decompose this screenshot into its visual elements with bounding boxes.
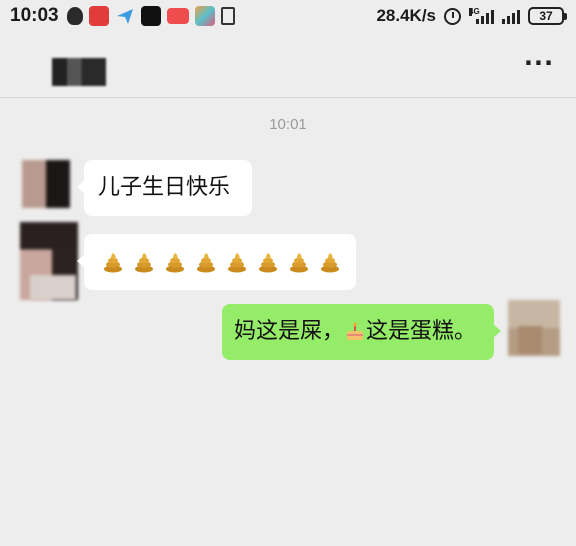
battery-icon: 37 [528, 7, 567, 25]
contact-name-redacted [52, 58, 106, 86]
incoming-message[interactable] [77, 234, 356, 290]
alarm-icon [444, 7, 461, 25]
chat-header: ··· [0, 32, 576, 98]
incoming-message[interactable]: 儿子生日快乐 [77, 160, 252, 216]
message-text-part2: 这是蛋糕。 [366, 319, 477, 344]
poop-icon [135, 253, 153, 273]
message-text: 儿子生日快乐 [98, 175, 231, 200]
net-speed: 28.4K/s [376, 6, 436, 25]
poop-icon [290, 253, 308, 273]
emoji-row [94, 234, 346, 290]
poop-icon [321, 253, 339, 273]
contact-avatar[interactable] [22, 160, 70, 208]
network-label: 4G [469, 7, 480, 16]
shield-icon [66, 7, 83, 25]
document-icon [220, 7, 235, 25]
status-right: 28.4K/s 4G 37 [376, 6, 567, 26]
send-icon [115, 6, 135, 26]
notification-icons [66, 6, 235, 26]
status-bar: 10:03 28.4K/s 4G 37 [0, 0, 576, 32]
poop-icon [104, 253, 122, 273]
signal-4g-icon: 4G [469, 8, 494, 24]
poop-icon [228, 253, 246, 273]
tiktok-icon [140, 6, 161, 26]
cake-icon [347, 322, 364, 340]
message-text-part1: 妈这是屎， [234, 319, 345, 344]
my-avatar[interactable] [508, 300, 560, 356]
battery-level: 37 [539, 9, 553, 23]
app-colorful-icon [194, 6, 215, 26]
contact-avatar-blur [30, 275, 76, 300]
outgoing-message[interactable]: 妈这是屎， 这是蛋糕。 [222, 304, 501, 360]
signal-icon [502, 8, 520, 24]
app-red-icon [88, 6, 109, 26]
status-time: 10:03 [10, 5, 59, 26]
poop-icon [166, 253, 184, 273]
message-timestamp: 10:01 [269, 116, 307, 133]
poop-icon [197, 253, 215, 273]
app-red2-icon [166, 8, 189, 24]
poop-icon [259, 253, 277, 273]
more-options-icon[interactable]: ··· [522, 51, 556, 76]
